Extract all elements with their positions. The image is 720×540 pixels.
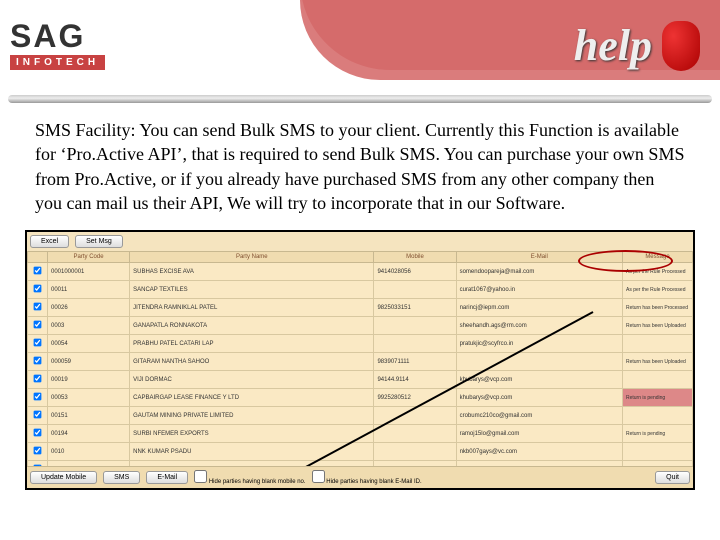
table-row[interactable]: 00026JITENDRA RAMNIKLAL PATEL9825033151n… (28, 299, 693, 317)
screenshot-toolbar: Excel Set Msg (27, 232, 693, 251)
update-mobile-button[interactable]: Update Mobile (30, 471, 97, 484)
party-table: Party CodeParty NameMobileE-MailMessage … (27, 251, 693, 490)
table-row[interactable]: 000059GITARAM NANTHA SAHOO9839071111Retu… (28, 353, 693, 371)
table-row[interactable]: 00019VIJI DORMAC94144.9114khubarys@vcp.c… (28, 371, 693, 389)
quit-button[interactable]: Quit (655, 471, 690, 484)
table-row[interactable]: 00151GAUTAM MINING PRIVATE LIMITEDcrobum… (28, 407, 693, 425)
help-area: help (574, 20, 700, 71)
hide-blank-email-check[interactable]: Hide parties having blank E-Mail ID. (312, 470, 422, 485)
setmsg-button[interactable]: Set Msg (75, 235, 123, 248)
table-row[interactable]: 00054PRABHU PATEL CATARI LAPpratukjic@sc… (28, 335, 693, 353)
hide-blank-mobile-check[interactable]: Hide parties having blank mobile no. (194, 470, 305, 485)
sms-button[interactable]: SMS (103, 471, 140, 484)
screenshot-footer: Update Mobile SMS E-Mail Hide parties ha… (27, 466, 693, 488)
sms-facility-paragraph: SMS Facility: You can send Bulk SMS to y… (35, 118, 685, 215)
table-row[interactable]: 0003GANAPATLA RONNAKOTAsheehandh.ags@rm.… (28, 317, 693, 335)
table-row[interactable]: 0010NNK KUMAR PSADUnkb007gays@vc.com (28, 443, 693, 461)
header: SAG INFOTECH help (0, 0, 720, 95)
table-row[interactable]: 00011SANCAP TEXTILEScurat1067@yahoo.inAs… (28, 281, 693, 299)
table-row[interactable]: 00053CAPBAIRGAP LEASE FINANCE Y LTD99252… (28, 389, 693, 407)
mouse-icon (662, 21, 700, 71)
content-text: SMS Facility: You can send Bulk SMS to y… (0, 103, 720, 225)
header-divider (8, 95, 712, 103)
logo-tagline: INFOTECH (10, 55, 105, 70)
excel-button[interactable]: Excel (30, 235, 69, 248)
table-row[interactable]: 0001000001SUBHAS EXCISE AVA9414028056som… (28, 263, 693, 281)
logo-main: SAG (10, 18, 105, 55)
sms-screenshot: Excel Set Msg Party CodeParty NameMobile… (25, 230, 695, 490)
logo: SAG INFOTECH (10, 18, 105, 70)
email-button[interactable]: E-Mail (146, 471, 188, 484)
help-label: help (574, 20, 652, 71)
table-row[interactable]: 00194SURBI NFEMER EXPORTSramoj15lo@gmail… (28, 425, 693, 443)
